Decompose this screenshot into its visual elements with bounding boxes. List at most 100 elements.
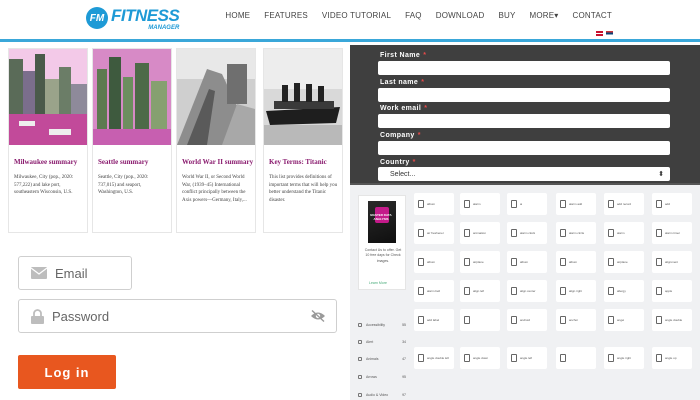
icon-tile[interactable]: alarm bell xyxy=(414,280,454,302)
tile-label: alarm xyxy=(617,231,625,235)
icon-tile[interactable]: album xyxy=(556,251,596,273)
tile-glyph-icon xyxy=(560,354,566,362)
tile-glyph-icon xyxy=(608,200,614,208)
icon-tile[interactable]: angel xyxy=(604,309,644,331)
card-milwaukee[interactable]: Milwaukee summary Milwaukee, City (pop.,… xyxy=(8,48,88,233)
card-text: This list provides definitions of import… xyxy=(269,175,338,203)
alert-icon xyxy=(358,340,362,344)
icon-tile[interactable]: animation xyxy=(460,222,500,244)
icon-tile[interactable]: airplane xyxy=(460,251,500,273)
icon-tile[interactable]: angle double xyxy=(652,309,692,331)
icon-tile[interactable]: apple xyxy=(652,280,692,302)
accessibility-icon xyxy=(358,323,362,327)
last-name-label: Last name * xyxy=(380,79,425,86)
seattle-photo xyxy=(93,49,171,145)
icon-tile[interactable]: air freshener xyxy=(414,222,454,244)
nav-contact[interactable]: CONTACT xyxy=(573,11,612,20)
select-arrow-icon: ⬍ xyxy=(658,171,664,178)
nav-home[interactable]: HOME xyxy=(225,11,250,20)
tile-label: alarm timer xyxy=(665,231,681,235)
icon-tile[interactable]: album xyxy=(507,251,547,273)
icon-tile[interactable]: angle right xyxy=(604,347,644,369)
icon-tile[interactable]: angle left xyxy=(507,347,547,369)
password-field[interactable] xyxy=(18,299,337,333)
icon-tile[interactable]: anchor xyxy=(556,309,596,331)
password-input[interactable] xyxy=(52,308,310,324)
fitness-manager-logo[interactable]: FM FITNESS MANAGER xyxy=(86,6,180,31)
last-name-input[interactable] xyxy=(378,88,670,102)
category-accessibility[interactable]: Accessibility 55 xyxy=(358,323,406,327)
ad-card[interactable]: MASTER DATA ANALYSIS Contact Us to offer… xyxy=(358,195,406,290)
icon-tile[interactable]: allergy xyxy=(604,280,644,302)
nav-buy[interactable]: BUY xyxy=(498,11,515,20)
icon-tile[interactable]: add xyxy=(652,193,692,215)
nav-more[interactable]: MORE▾ xyxy=(530,11,559,20)
ad-text: Contact Us to offer. Get 10 free days fo… xyxy=(364,248,402,263)
icon-tile[interactable]: alarm xyxy=(604,222,644,244)
icon-tile[interactable]: airplane xyxy=(604,251,644,273)
icon-tile[interactable]: ai xyxy=(507,193,547,215)
tile-label: add xyxy=(665,202,671,206)
icon-tile[interactable]: album xyxy=(414,251,454,273)
email-field[interactable] xyxy=(18,256,132,290)
tile-glyph-icon xyxy=(656,229,662,237)
icon-tile[interactable]: angle down xyxy=(460,347,500,369)
icon-tile[interactable]: alarm xyxy=(460,193,500,215)
icon-tile[interactable]: add label xyxy=(414,309,454,331)
company-input[interactable] xyxy=(378,141,670,155)
tile-label: alarm add xyxy=(569,202,583,206)
icon-tile[interactable] xyxy=(460,309,500,331)
card-text: World War II, or Second World War, (1939… xyxy=(182,175,247,203)
main-nav: HOME FEATURES VIDEO TUTORIAL FAQ DOWNLOA… xyxy=(225,11,612,20)
nav-faq[interactable]: FAQ xyxy=(405,11,422,20)
tile-label: alarm circle xyxy=(569,231,585,235)
card-title: Milwaukee summary xyxy=(14,158,78,166)
tile-glyph-icon xyxy=(511,287,517,295)
nav-video-tutorial[interactable]: VIDEO TUTORIAL xyxy=(322,11,391,20)
tile-label: angle left xyxy=(520,356,533,360)
icon-tile[interactable]: align right xyxy=(556,280,596,302)
tile-glyph-icon xyxy=(418,354,424,362)
category-animals[interactable]: Animals 47 xyxy=(358,357,406,361)
icon-tile[interactable]: align center xyxy=(507,280,547,302)
card-titanic[interactable]: Key Terms: Titanic This list provides de… xyxy=(263,48,343,233)
icon-tile[interactable]: alarm add xyxy=(556,193,596,215)
icon-tile[interactable]: android xyxy=(507,309,547,331)
serbian-flag-icon[interactable] xyxy=(606,31,613,36)
first-name-input[interactable] xyxy=(378,61,670,75)
nav-features[interactable]: FEATURES xyxy=(264,11,308,20)
logo-badge: FM xyxy=(86,7,108,29)
email-input[interactable] xyxy=(55,265,131,281)
country-select[interactable]: Select... ⬍ xyxy=(378,167,670,181)
category-arrows[interactable]: Arrows 95 xyxy=(358,375,406,379)
icon-tile[interactable] xyxy=(556,347,596,369)
card-title: Seattle summary xyxy=(98,158,149,166)
login-button[interactable]: Log in xyxy=(18,355,116,389)
tile-label: animation xyxy=(473,231,487,235)
icon-tile[interactable]: add record xyxy=(604,193,644,215)
tile-label: airplane xyxy=(617,260,628,264)
english-flag-icon[interactable] xyxy=(596,31,603,36)
card-seattle[interactable]: Seattle summary Seattle, City (pop., 202… xyxy=(92,48,172,233)
tile-label: air freshener xyxy=(427,231,444,235)
category-audio-video[interactable]: Audio & Video 97 xyxy=(358,393,406,397)
tile-glyph-icon xyxy=(560,200,566,208)
tile-label: add record xyxy=(617,202,632,206)
card-world-war-ii[interactable]: World War II summary World War II, or Se… xyxy=(176,48,256,233)
icon-tile[interactable]: align left xyxy=(460,280,500,302)
icon-tile[interactable]: album xyxy=(414,193,454,215)
tile-glyph-icon xyxy=(656,200,662,208)
icon-tile[interactable]: alarm clock xyxy=(507,222,547,244)
ad-learn-more-link[interactable]: Learn More xyxy=(369,281,387,285)
nav-download[interactable]: DOWNLOAD xyxy=(436,11,485,20)
tile-glyph-icon xyxy=(560,287,566,295)
eye-off-icon[interactable] xyxy=(310,310,326,322)
icon-tile[interactable]: alarm timer xyxy=(652,222,692,244)
work-email-input[interactable] xyxy=(378,114,670,128)
tile-glyph-icon xyxy=(511,316,517,324)
category-alert[interactable]: Alert 34 xyxy=(358,340,406,344)
icon-tile[interactable]: angle up xyxy=(652,347,692,369)
icon-tile[interactable]: angle double left xyxy=(414,347,454,369)
icon-tile[interactable]: alarm circle xyxy=(556,222,596,244)
icon-tile[interactable]: alignment xyxy=(652,251,692,273)
